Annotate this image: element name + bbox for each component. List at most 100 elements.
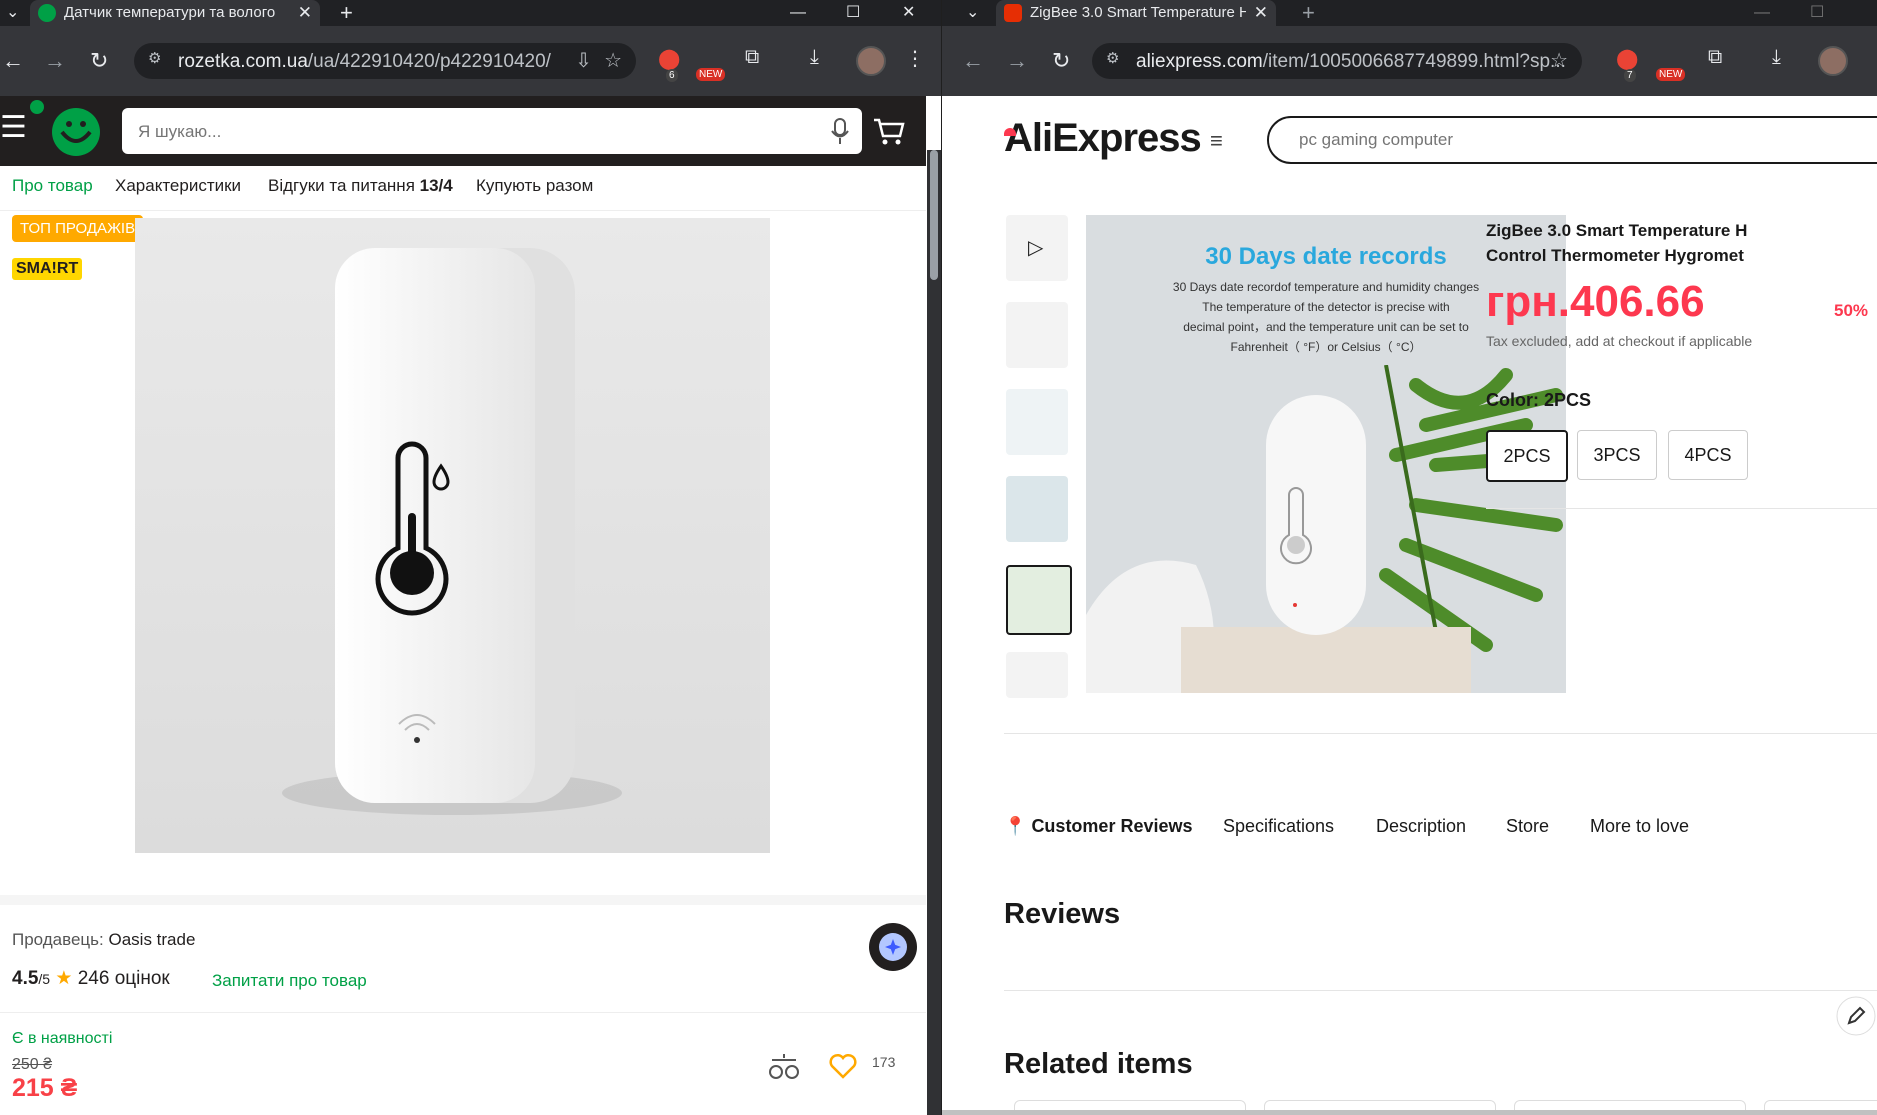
- extensions-puzzle-icon[interactable]: ⧉: [1708, 46, 1722, 69]
- product-image[interactable]: [135, 218, 770, 853]
- cart-icon[interactable]: [872, 116, 906, 146]
- tab-bought-together[interactable]: Купують разом: [476, 176, 593, 196]
- address-bar[interactable]: ⚙ rozetka.com.ua/ua/422910420/p422910420…: [134, 43, 636, 79]
- thumbnail-3[interactable]: [1006, 389, 1068, 455]
- compare-scales-icon[interactable]: [768, 1052, 800, 1082]
- profile-avatar[interactable]: [1818, 46, 1848, 76]
- top-sales-badge: ТОП ПРОДАЖІВ: [12, 215, 144, 242]
- tab-rozetka[interactable]: Датчик температури та волого ✕: [30, 0, 320, 26]
- new-badge[interactable]: NEW: [1656, 68, 1686, 81]
- microphone-icon[interactable]: [830, 118, 850, 146]
- availability-status: Є в наявності: [12, 1030, 113, 1047]
- aliexpress-search-box[interactable]: [1267, 116, 1877, 164]
- option-3pcs[interactable]: 3PCS: [1577, 430, 1657, 480]
- tab-strip: ⌄ Датчик температури та волого ✕ + — ☐ ✕: [0, 0, 941, 26]
- menu-dots-icon[interactable]: ⋮: [905, 46, 925, 71]
- tab-reviews[interactable]: Відгуки та питання 13/4: [268, 176, 453, 196]
- thumbnail-5-selected[interactable]: [1006, 565, 1072, 635]
- profile-avatar[interactable]: [856, 46, 886, 76]
- close-tab-icon[interactable]: ✕: [1254, 0, 1268, 26]
- browser-toolbar: ← → ↻ ⚙ rozetka.com.ua/ua/422910420/p422…: [0, 26, 941, 96]
- reload-icon[interactable]: ↻: [1052, 48, 1070, 74]
- edit-pencil-icon[interactable]: [1836, 996, 1876, 1036]
- product-price: грн.406.66: [1486, 277, 1705, 326]
- url-path: /item/1005006687749899.html?sp...: [1262, 51, 1566, 72]
- bookmark-star-icon[interactable]: ☆: [604, 48, 622, 73]
- reviews-heading: Reviews: [1004, 898, 1121, 930]
- page-scrollbar[interactable]: [927, 150, 941, 1115]
- thumbnail-2[interactable]: [1006, 302, 1068, 368]
- wishlist-heart-icon[interactable]: [828, 1052, 858, 1080]
- rozetka-logo-icon[interactable]: [50, 106, 102, 158]
- nav-description[interactable]: Description: [1376, 816, 1466, 837]
- site-info-icon[interactable]: ⚙: [1106, 49, 1119, 67]
- play-video-icon[interactable]: ▷: [1028, 235, 1043, 260]
- logo-accent: [1004, 128, 1016, 136]
- nav-more-to-love[interactable]: More to love: [1590, 816, 1689, 837]
- location-pin-icon: 📍: [1004, 816, 1027, 836]
- tab-strip: ⌄ ZigBee 3.0 Smart Temperature H ✕ + — ☐: [942, 0, 1877, 26]
- categories-menu-icon[interactable]: ≡: [1210, 128, 1223, 154]
- browser-toolbar: ← → ↻ ⚙ aliexpress.com/item/100500668774…: [942, 26, 1877, 96]
- divider: [1004, 990, 1877, 991]
- install-app-icon[interactable]: ⇩: [575, 48, 592, 73]
- seller-name[interactable]: Oasis trade: [108, 930, 195, 949]
- rozetka-search-input[interactable]: [136, 118, 800, 146]
- current-price: 215 ₴: [12, 1074, 78, 1102]
- back-icon[interactable]: ←: [2, 48, 24, 74]
- related-items-heading: Related items: [1004, 1048, 1193, 1080]
- extensions-puzzle-icon[interactable]: ⧉: [745, 46, 759, 69]
- forward-icon[interactable]: →: [1006, 48, 1028, 74]
- aliexpress-search-input[interactable]: [1297, 128, 1861, 152]
- new-tab-icon[interactable]: +: [1302, 0, 1315, 26]
- thumbnail-6[interactable]: [1006, 652, 1068, 698]
- tab-search-chevron-icon[interactable]: ⌄: [6, 0, 19, 26]
- scrollbar-thumb[interactable]: [930, 150, 938, 280]
- forward-icon[interactable]: →: [44, 48, 66, 74]
- option-4pcs[interactable]: 4PCS: [1668, 430, 1748, 480]
- product-title: ZigBee 3.0 Smart Temperature H Control T…: [1486, 221, 1748, 265]
- thumbnail-4[interactable]: [1006, 476, 1068, 542]
- ask-about-product-link[interactable]: Запитати про товар: [212, 971, 367, 991]
- nav-specifications[interactable]: Specifications: [1223, 816, 1334, 837]
- tab-search-chevron-icon[interactable]: ⌄: [966, 0, 979, 26]
- new-tab-icon[interactable]: +: [340, 0, 353, 26]
- extension-icon[interactable]: ⬤: [1616, 46, 1638, 71]
- rating-value: 4.5: [12, 968, 39, 989]
- rozetka-search-box[interactable]: [122, 108, 862, 154]
- extension-icon[interactable]: ⬤: [658, 46, 680, 71]
- thumbnail-1[interactable]: ▷: [1006, 215, 1068, 281]
- horizontal-scrollbar[interactable]: [942, 1110, 1877, 1115]
- aliexpress-logo[interactable]: AliExpress: [1004, 116, 1202, 161]
- hamburger-menu-icon[interactable]: ☰: [0, 110, 27, 145]
- tab-characteristics[interactable]: Характеристики: [115, 176, 241, 196]
- favorites-count: 173: [872, 1054, 896, 1070]
- nav-store[interactable]: Store: [1506, 816, 1549, 837]
- bookmark-star-icon[interactable]: ☆: [1550, 48, 1568, 73]
- close-tab-icon[interactable]: ✕: [298, 0, 312, 26]
- tax-note: Tax excluded, add at checkout if applica…: [1486, 333, 1753, 349]
- ai-assistant-button[interactable]: [868, 922, 918, 972]
- rating-count-link[interactable]: 246 оцінок: [78, 968, 170, 989]
- option-2pcs[interactable]: 2PCS: [1486, 430, 1568, 482]
- minimize-icon[interactable]: —: [790, 0, 806, 26]
- minimize-icon[interactable]: —: [1754, 0, 1770, 26]
- back-icon[interactable]: ←: [962, 48, 984, 74]
- tab-aliexpress[interactable]: ZigBee 3.0 Smart Temperature H ✕: [996, 0, 1276, 26]
- site-info-icon[interactable]: ⚙: [148, 49, 161, 67]
- close-window-icon[interactable]: ✕: [902, 0, 915, 26]
- reload-icon[interactable]: ↻: [90, 48, 108, 74]
- download-icon[interactable]: ⤓: [1772, 46, 1781, 69]
- aliexpress-favicon-icon: [1004, 4, 1022, 22]
- product-tabs: Про товар Характеристики Відгуки та пита…: [0, 166, 926, 211]
- download-icon[interactable]: ⤓: [810, 46, 819, 69]
- divider: [1004, 733, 1877, 734]
- divider: [0, 895, 926, 905]
- nav-customer-reviews[interactable]: 📍 Customer Reviews: [1004, 816, 1193, 837]
- tab-about-product[interactable]: Про товар: [12, 176, 93, 196]
- address-bar[interactable]: ⚙ aliexpress.com/item/1005006687749899.h…: [1092, 43, 1582, 79]
- maximize-icon[interactable]: ☐: [846, 0, 860, 26]
- new-badge[interactable]: NEW: [696, 68, 726, 81]
- browser-window-aliexpress: ⌄ ZigBee 3.0 Smart Temperature H ✕ + — ☐…: [941, 0, 1877, 1115]
- maximize-icon[interactable]: ☐: [1810, 0, 1824, 26]
